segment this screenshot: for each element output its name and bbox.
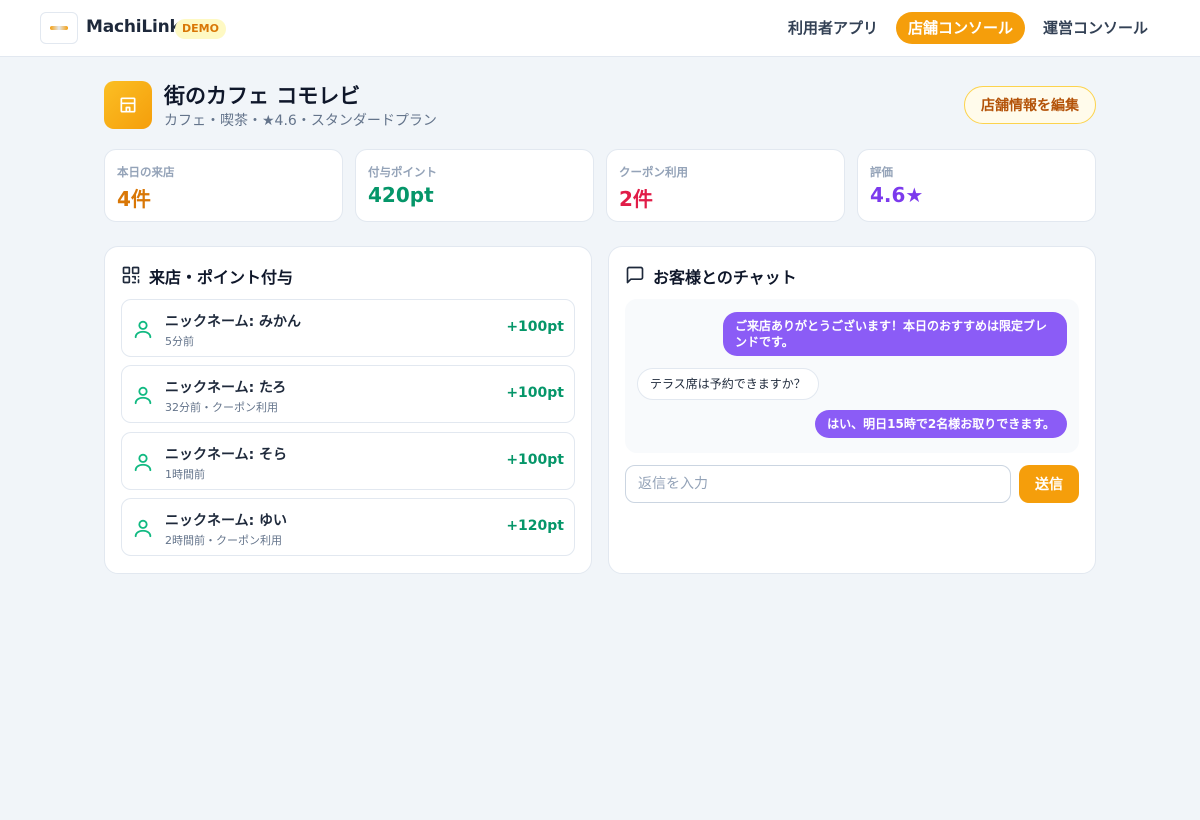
stat-card-visits: 本日の来店 4件 bbox=[104, 149, 343, 222]
visit-name: ニックネーム: ゆい bbox=[165, 513, 288, 529]
brand-name[interactable]: MachiLink bbox=[86, 17, 181, 37]
visit-name: ニックネーム: みかん bbox=[165, 314, 302, 330]
nav-user-app[interactable]: 利用者アプリ bbox=[776, 12, 890, 44]
chat-message-customer: テラス席は予約できますか？ bbox=[637, 368, 819, 400]
user-icon bbox=[134, 386, 152, 405]
user-icon bbox=[134, 320, 152, 339]
stat-label: 付与ポイント bbox=[368, 165, 437, 179]
stat-label: 本日の来店 bbox=[117, 165, 175, 179]
visit-sub: 32分前・クーポン利用 bbox=[165, 401, 278, 414]
logo-icon[interactable] bbox=[40, 12, 78, 44]
visit-item[interactable]: ニックネーム: ゆい 2時間前・クーポン利用 +120pt bbox=[121, 498, 575, 556]
send-button[interactable]: 送信 bbox=[1019, 465, 1079, 503]
main-nav: 利用者アプリ 店舗コンソール 運営コンソール bbox=[776, 12, 1160, 44]
visit-points: +100pt bbox=[506, 385, 564, 401]
visit-sub: 5分前 bbox=[165, 335, 194, 348]
visit-name: ニックネーム: たろ bbox=[165, 380, 287, 396]
user-icon bbox=[134, 519, 152, 538]
visit-item[interactable]: ニックネーム: たろ 32分前・クーポン利用 +100pt bbox=[121, 365, 575, 423]
stat-value: 2件 bbox=[619, 187, 653, 211]
visits-panel: 来店・ポイント付与 ニックネーム: みかん 5分前 +100pt ニックネーム:… bbox=[104, 246, 592, 574]
nav-store-console[interactable]: 店舗コンソール bbox=[895, 12, 1025, 44]
stat-card-coupons: クーポン利用 2件 bbox=[606, 149, 845, 222]
stat-value: 4件 bbox=[117, 187, 151, 211]
user-icon bbox=[134, 453, 152, 472]
stat-label: クーポン利用 bbox=[619, 165, 688, 179]
edit-store-button[interactable]: 店舗情報を編集 bbox=[964, 86, 1096, 124]
chat-messages[interactable]: ご来店ありがとうございます！本日のおすすめは限定ブレンドです。 テラス席は予約で… bbox=[625, 299, 1079, 453]
visit-points: +120pt bbox=[506, 518, 564, 534]
chat-panel-title: お客様とのチャット bbox=[653, 268, 797, 287]
stat-card-rating: 評価 4.6★ bbox=[857, 149, 1096, 222]
nav-admin-console[interactable]: 運営コンソール bbox=[1031, 12, 1160, 44]
chat-message-store: はい、明日15時で2名様お取りできます。 bbox=[815, 410, 1067, 438]
visit-name: ニックネーム: そら bbox=[165, 447, 288, 463]
chat-message-store: ご来店ありがとうございます！本日のおすすめは限定ブレンドです。 bbox=[723, 312, 1067, 356]
stat-card-points: 付与ポイント 420pt bbox=[355, 149, 594, 222]
visit-points: +100pt bbox=[506, 452, 564, 468]
store-name: 街のカフェ コモレビ bbox=[164, 84, 361, 108]
stat-value: 420pt bbox=[368, 183, 434, 207]
visit-points: +100pt bbox=[506, 319, 564, 335]
store-icon bbox=[104, 81, 152, 129]
qr-code-icon bbox=[122, 266, 140, 284]
visit-sub: 1時間前 bbox=[165, 468, 205, 481]
message-square-icon bbox=[626, 266, 644, 284]
stat-value: 4.6★ bbox=[870, 183, 924, 207]
reply-input[interactable] bbox=[625, 465, 1011, 503]
visits-panel-title: 来店・ポイント付与 bbox=[149, 268, 294, 287]
visit-sub: 2時間前・クーポン利用 bbox=[165, 534, 282, 547]
top-bar: MachiLink DEMO 利用者アプリ 店舗コンソール 運営コンソール bbox=[0, 0, 1200, 57]
store-meta: カフェ・喫茶・★4.6・スタンダードプラン bbox=[164, 113, 437, 129]
visit-item[interactable]: ニックネーム: みかん 5分前 +100pt bbox=[121, 299, 575, 357]
chat-panel: お客様とのチャット ご来店ありがとうございます！本日のおすすめは限定ブレンドです… bbox=[608, 246, 1096, 574]
visit-item[interactable]: ニックネーム: そら 1時間前 +100pt bbox=[121, 432, 575, 490]
demo-badge: DEMO bbox=[175, 19, 226, 39]
stat-label: 評価 bbox=[870, 165, 893, 179]
